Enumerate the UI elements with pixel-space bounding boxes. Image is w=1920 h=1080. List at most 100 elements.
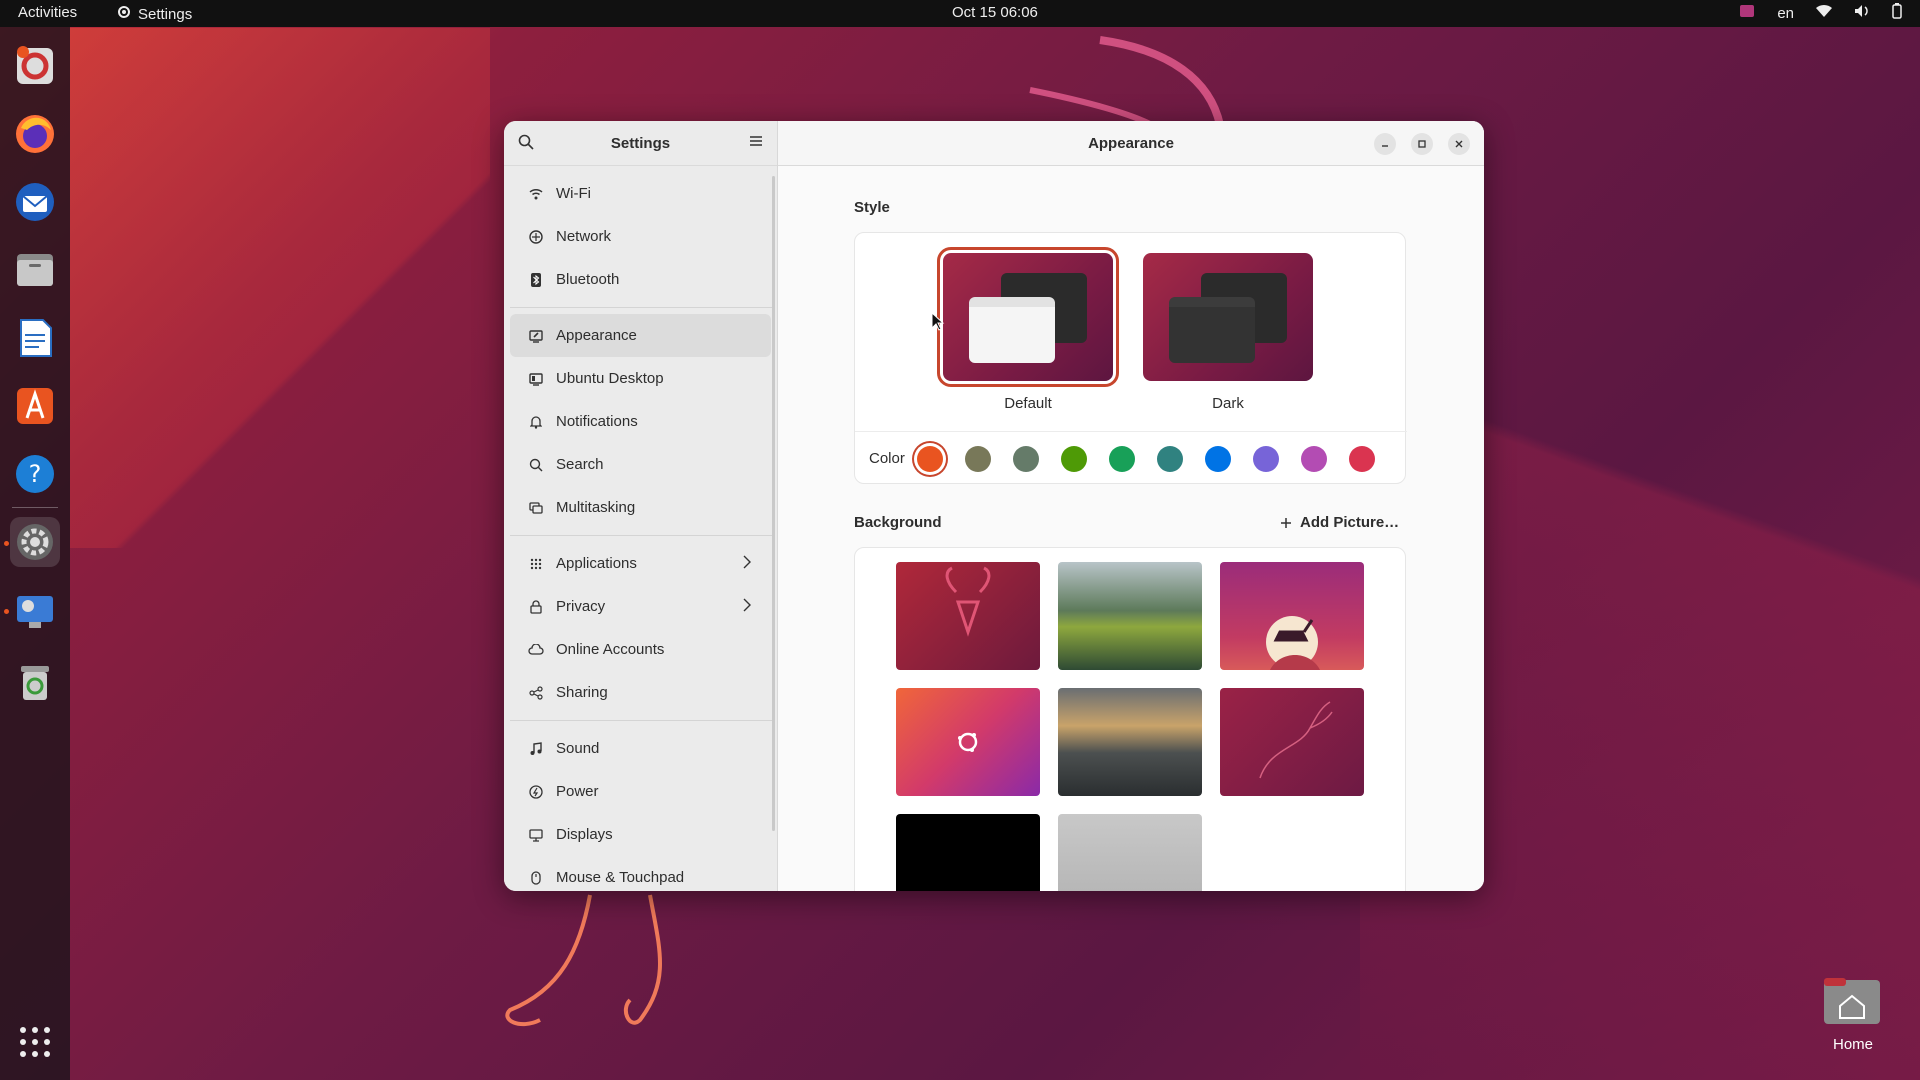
sidebar-item-label: Notifications <box>556 413 638 430</box>
wallpaper-thumbnail-mountains[interactable] <box>1058 688 1202 796</box>
sidebar-item-wifi[interactable]: Wi-Fi <box>510 172 771 215</box>
home-folder-icon[interactable] <box>1822 976 1882 1026</box>
lifebuoy-icon <box>17 46 53 84</box>
sidebar-item-network[interactable]: Network <box>510 215 771 258</box>
wallpaper-thumbnail-black[interactable] <box>896 814 1040 891</box>
sidebar-item-multitasking[interactable]: Multitasking <box>510 486 771 529</box>
plus-icon <box>1281 517 1291 528</box>
dock-item-help[interactable]: ? <box>10 449 60 499</box>
sidebar-item-displays[interactable]: Displays <box>510 813 771 856</box>
firefox-icon <box>16 115 54 153</box>
wallpaper-thumbnail-lake[interactable] <box>1058 562 1202 670</box>
sidebar-item-power[interactable]: Power <box>510 770 771 813</box>
color-swatch-purple[interactable] <box>1252 445 1279 472</box>
color-swatch-red[interactable] <box>1348 445 1375 472</box>
top-bar: Activities Settings Oct 15 06:06 en <box>0 0 1920 27</box>
wallpaper-thumbnail-ubuntu-gradient[interactable] <box>896 688 1040 796</box>
appearance-icon <box>528 328 544 344</box>
appearance-panel: Appearance Style Default Dark Color Back… <box>778 121 1484 891</box>
style-option-default[interactable]: Default <box>937 247 1119 412</box>
show-apps-icon <box>20 1027 50 1057</box>
libreoffice-writer-icon <box>20 319 52 357</box>
color-swatch-olive[interactable] <box>1060 445 1087 472</box>
style-card: Default Dark Color <box>854 232 1407 485</box>
sidebar-item-sound[interactable]: Sound <box>510 727 771 770</box>
add-picture-label: Add Picture… <box>1300 514 1400 531</box>
dock-item-files[interactable] <box>10 245 60 295</box>
ubuntu-desktop-icon <box>528 371 544 387</box>
wallpaper-thumbnail-grey[interactable] <box>1058 814 1202 891</box>
wifi-icon <box>528 186 544 202</box>
sidebar-item-label: Sound <box>556 740 600 757</box>
sidebar-item-appearance[interactable]: Appearance <box>510 314 771 357</box>
dock-item-app-center[interactable] <box>10 381 60 431</box>
sidebar-header: Settings <box>504 121 777 166</box>
background-section-title: Background <box>854 514 942 531</box>
preview-front-window <box>969 297 1055 363</box>
sidebar: Settings Wi-Fi Network Bluetooth Appeara… <box>504 121 778 891</box>
sidebar-item-bluetooth[interactable]: Bluetooth <box>510 258 771 301</box>
sidebar-item-sharing[interactable]: Sharing <box>510 671 771 714</box>
dock-item-lifebuoy[interactable] <box>10 41 60 91</box>
wallpaper-thumbnail-kudu-red[interactable] <box>896 562 1040 670</box>
sidebar-scrollbar[interactable] <box>772 176 775 831</box>
kudu-head-icon <box>945 566 991 637</box>
color-swatch-prussian-green[interactable] <box>1156 445 1183 472</box>
sidebar-item-privacy[interactable]: Privacy <box>510 585 771 628</box>
ubuntu-logo-icon <box>958 732 978 752</box>
clock[interactable]: Oct 15 06:06 <box>952 4 1038 21</box>
sidebar-item-label: Network <box>556 228 612 245</box>
dock-item-settings[interactable] <box>10 517 60 567</box>
system-tray[interactable]: en <box>1739 3 1902 23</box>
dock-item-trash[interactable] <box>10 657 60 707</box>
sidebar-item-ubuntu-desktop[interactable]: Ubuntu Desktop <box>510 357 771 400</box>
show-apps-button[interactable] <box>10 1017 60 1067</box>
home-folder-label: Home <box>1832 1036 1873 1053</box>
sidebar-item-online-accounts[interactable]: Online Accounts <box>510 628 771 671</box>
hamburger-menu-icon[interactable] <box>749 134 763 152</box>
style-preview-default[interactable] <box>937 247 1119 387</box>
gear-icon <box>116 4 132 24</box>
close-button[interactable] <box>1448 133 1470 155</box>
maximize-button[interactable] <box>1411 133 1433 155</box>
accent-color-row: Color <box>855 431 1407 485</box>
sidebar-item-label: Applications <box>556 555 637 572</box>
running-indicator <box>4 541 9 546</box>
color-swatch-bark[interactable] <box>964 445 991 472</box>
sidebar-item-label: Multitasking <box>556 499 636 516</box>
minimize-button[interactable] <box>1374 133 1396 155</box>
sidebar-item-label: Bluetooth <box>556 271 620 288</box>
dock-item-firefox[interactable] <box>10 109 60 159</box>
applications-icon <box>528 556 544 572</box>
sidebar-title: Settings <box>610 134 671 152</box>
wallpaper-thumbnail-moon[interactable] <box>1220 562 1364 670</box>
dock-item-thunderbird[interactable] <box>10 177 60 227</box>
sidebar-item-applications[interactable]: Applications <box>510 542 771 585</box>
color-swatch-sage[interactable] <box>1012 445 1039 472</box>
help-icon: ? <box>16 455 54 493</box>
search-icon[interactable] <box>518 134 534 154</box>
app-menu[interactable]: Settings <box>116 4 192 24</box>
color-swatch-viridian[interactable] <box>1108 445 1135 472</box>
wallpaper-thumbnail-kudu-outline[interactable] <box>1220 688 1364 796</box>
style-option-dark[interactable]: Dark <box>1143 253 1313 412</box>
sidebar-item-mouse-touchpad[interactable]: Mouse & Touchpad <box>510 856 771 891</box>
bluetooth-icon <box>528 272 544 288</box>
sidebar-item-label: Search <box>556 456 604 473</box>
trash-icon <box>21 666 49 700</box>
sidebar-item-notifications[interactable]: Notifications <box>510 400 771 443</box>
color-swatch-magenta[interactable] <box>1300 445 1327 472</box>
app-center-icon <box>17 388 53 424</box>
svg-text:?: ? <box>29 460 42 488</box>
sidebar-item-label: Displays <box>556 826 613 843</box>
sidebar-item-search[interactable]: Search <box>510 443 771 486</box>
activities-button[interactable]: Activities <box>18 4 77 21</box>
style-preview-dark[interactable] <box>1143 253 1313 381</box>
dock: ? <box>0 27 70 1080</box>
color-swatch-blue[interactable] <box>1204 445 1231 472</box>
dock-item-writer[interactable] <box>10 313 60 363</box>
color-swatch-orange[interactable] <box>916 445 943 472</box>
language-indicator[interactable]: en <box>1777 5 1794 22</box>
add-picture-button[interactable]: Add Picture… <box>1280 514 1399 531</box>
dock-item-screenshot[interactable] <box>10 587 60 637</box>
